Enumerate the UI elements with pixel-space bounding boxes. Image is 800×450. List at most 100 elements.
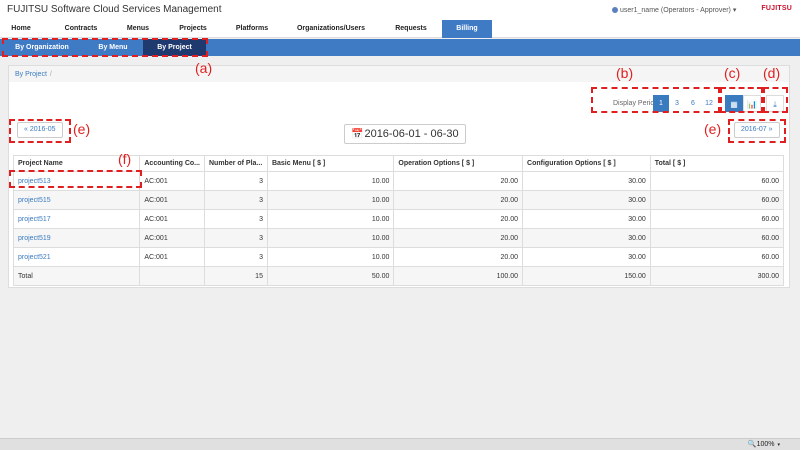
nav-tab-requests[interactable]: Requests xyxy=(385,20,437,38)
annotation-label-b: (b) xyxy=(616,65,634,81)
breadcrumb-by-project[interactable]: By Project xyxy=(15,71,47,78)
configuration-options-total-cell: 150.00 xyxy=(522,266,651,286)
table-row: project513 AC:001 3 10.00 20.00 30.00 60… xyxy=(12,171,785,191)
breadcrumb-separator: / xyxy=(49,71,52,78)
column-header[interactable]: Configuration Options [ $ ] xyxy=(522,155,651,172)
period-1-button[interactable]: 1 xyxy=(653,95,669,112)
chart-view-button[interactable]: 📊 xyxy=(743,95,761,112)
download-icon: ⤓ xyxy=(773,100,777,109)
annotation-label-e-right: (e) xyxy=(704,121,722,137)
basic-menu-cell: 10.00 xyxy=(266,228,395,248)
total-cell: 60.00 xyxy=(649,209,785,229)
user-menu[interactable]: user1_name (Operators - Approver) ▾ xyxy=(612,6,736,14)
operation-options-total-cell: 100.00 xyxy=(393,266,524,286)
annotation-label-a: (a) xyxy=(195,60,213,76)
next-period-button[interactable]: 2016-07 » xyxy=(734,122,780,138)
configuration-options-cell: 30.00 xyxy=(522,171,651,191)
operation-options-cell: 20.00 xyxy=(393,171,524,191)
project-name-cell: project517 xyxy=(12,209,141,229)
project-link[interactable]: project521 xyxy=(18,254,51,261)
annotation-label-f: (f) xyxy=(118,151,132,167)
display-period-label: Display Period xyxy=(613,100,659,107)
billing-table: Project Name Accounting Co... Number of … xyxy=(12,155,785,286)
zoom-icon: 🔍 xyxy=(747,441,757,448)
operation-options-cell: 20.00 xyxy=(393,190,524,210)
column-header[interactable]: Number of Pla... xyxy=(203,155,268,172)
platforms-cell: 3 xyxy=(203,228,268,248)
table-row: project521 AC:001 3 10.00 20.00 30.00 60… xyxy=(12,247,785,267)
calendar-icon: 📅 xyxy=(351,129,364,140)
main-content: By Project / Display Period 1 3 6 12 ▦ 📊 … xyxy=(8,65,790,288)
subtab-by-organization[interactable]: By Organization xyxy=(7,39,77,56)
billing-subnav: By Organization By Menu By Project xyxy=(0,39,800,56)
accounting-code-cell: AC:001 xyxy=(139,171,205,191)
annotation-label-d: (d) xyxy=(763,65,781,81)
nav-tab-platforms[interactable]: Platforms xyxy=(228,20,276,38)
project-link[interactable]: project517 xyxy=(18,216,51,223)
column-header[interactable]: Operation Options [ $ ] xyxy=(393,155,524,172)
user-name: user1_name (Operators - Approver) xyxy=(620,7,731,14)
chevron-down-icon: ▾ xyxy=(732,7,737,14)
nav-tab-menus[interactable]: Menus xyxy=(118,20,158,38)
basic-menu-cell: 10.00 xyxy=(266,190,395,210)
date-range-text: 2016-06-01 - 06-30 xyxy=(364,128,459,140)
zoom-level: 100% xyxy=(756,441,775,448)
accounting-code-cell: AC:001 xyxy=(139,228,205,248)
configuration-options-cell: 30.00 xyxy=(522,209,651,229)
project-link[interactable]: project513 xyxy=(18,178,51,185)
grand-total-cell: 300.00 xyxy=(649,266,785,286)
nav-tab-billing[interactable]: Billing xyxy=(442,20,492,38)
accounting-code-cell: AC:001 xyxy=(139,190,205,210)
main-nav: Home Contracts Menus Projects Platforms … xyxy=(0,20,800,38)
status-bar: 🔍100% ▾ xyxy=(0,438,800,450)
period-12-button[interactable]: 12 xyxy=(701,95,717,112)
project-link[interactable]: project515 xyxy=(18,197,51,204)
breadcrumb: By Project / xyxy=(9,66,789,82)
annotation-label-c: (c) xyxy=(724,65,741,81)
table-icon: ▦ xyxy=(730,100,738,109)
table-row: project519 AC:001 3 10.00 20.00 30.00 60… xyxy=(12,228,785,248)
subtab-by-menu[interactable]: By Menu xyxy=(83,39,143,56)
period-6-button[interactable]: 6 xyxy=(685,95,701,112)
nav-tab-home[interactable]: Home xyxy=(0,20,42,38)
total-cell: 60.00 xyxy=(649,247,785,267)
column-header[interactable]: Basic Menu [ $ ] xyxy=(266,155,395,172)
annotation-label-e-left: (e) xyxy=(73,121,91,137)
project-link[interactable]: project519 xyxy=(18,235,51,242)
basic-menu-total-cell: 50.00 xyxy=(266,266,395,286)
table-view-button[interactable]: ▦ xyxy=(725,95,743,112)
download-button[interactable]: ⤓ xyxy=(766,95,784,112)
operation-options-cell: 20.00 xyxy=(393,228,524,248)
project-name-cell: project519 xyxy=(12,228,141,248)
configuration-options-cell: 30.00 xyxy=(522,190,651,210)
operation-options-cell: 20.00 xyxy=(393,209,524,229)
app-title: FUJITSU Software Cloud Services Manageme… xyxy=(7,4,222,15)
basic-menu-cell: 10.00 xyxy=(266,247,395,267)
operation-options-cell: 20.00 xyxy=(393,247,524,267)
column-header[interactable]: Accounting Co... xyxy=(139,155,205,172)
nav-tab-projects[interactable]: Projects xyxy=(170,20,216,38)
app-header: FUJITSU Software Cloud Services Manageme… xyxy=(0,0,800,20)
table-row: project515 AC:001 3 10.00 20.00 30.00 60… xyxy=(12,190,785,210)
configuration-options-cell: 30.00 xyxy=(522,228,651,248)
platforms-cell: 3 xyxy=(203,247,268,267)
accounting-code-cell: AC:001 xyxy=(139,209,205,229)
configuration-options-cell: 30.00 xyxy=(522,247,651,267)
prev-period-button[interactable]: « 2016-05 xyxy=(17,122,63,138)
platforms-total-cell: 15 xyxy=(203,266,268,286)
total-cell: 60.00 xyxy=(649,228,785,248)
subtab-by-project[interactable]: By Project xyxy=(143,39,206,56)
total-cell: 60.00 xyxy=(649,190,785,210)
nav-tab-organizations-users[interactable]: Organizations/Users xyxy=(288,20,374,38)
basic-menu-cell: 10.00 xyxy=(266,209,395,229)
date-range-display: 📅2016-06-01 - 06-30 xyxy=(344,124,466,144)
platforms-cell: 3 xyxy=(203,209,268,229)
period-3-button[interactable]: 3 xyxy=(669,95,685,112)
total-cell: 60.00 xyxy=(649,171,785,191)
zoom-control[interactable]: 🔍100% ▾ xyxy=(748,440,780,448)
project-name-cell: project515 xyxy=(12,190,141,210)
column-header[interactable]: Total [ $ ] xyxy=(649,155,785,172)
nav-tab-contracts[interactable]: Contracts xyxy=(55,20,107,38)
accounting-code-cell: AC:001 xyxy=(139,247,205,267)
user-icon xyxy=(612,7,618,13)
